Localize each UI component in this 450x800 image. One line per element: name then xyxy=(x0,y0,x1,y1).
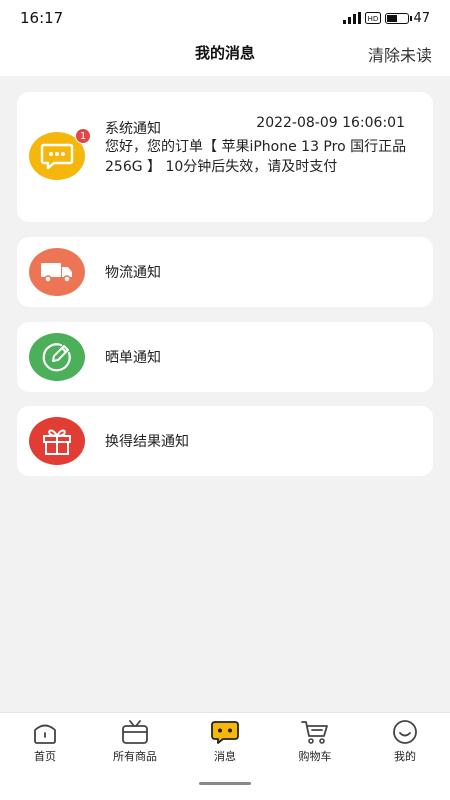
logistics-icon-wrap xyxy=(29,248,85,296)
chat-bubble-icon xyxy=(40,143,74,170)
exchange-icon-wrap xyxy=(29,417,85,465)
unread-badge: 1 xyxy=(75,128,91,144)
gift-icon xyxy=(43,429,71,455)
clear-unread-button[interactable]: 清除未读 xyxy=(368,42,432,66)
tab-cart-label: 购物车 xyxy=(298,750,332,763)
system-notification-content: 您好，您的订单【 苹果iPhone 13 Pro 国行正品 256G 】 10分… xyxy=(105,139,407,175)
system-notification-title: 系统通知 xyxy=(105,121,161,137)
status-time: 16:17 xyxy=(20,9,64,27)
battery-level: 47 xyxy=(413,10,430,26)
tab-mine[interactable]: 我的 xyxy=(360,719,450,764)
tv-basket-icon xyxy=(122,720,148,744)
exchange-result-notification-card[interactable]: 换得结果通知 xyxy=(17,406,433,476)
system-notification-card[interactable]: 1 系统通知 2022-08-09 16:06:01 您好，您的订单【 苹果iP… xyxy=(17,92,433,222)
home-icon xyxy=(34,724,56,744)
tab-cart[interactable]: 购物车 xyxy=(270,719,360,764)
status-bar: 16:17 HD 47 xyxy=(0,0,450,36)
status-icons: HD 47 xyxy=(343,11,430,26)
show-order-icon-wrap xyxy=(29,333,85,381)
tab-all-products[interactable]: 所有商品 xyxy=(90,719,180,764)
tab-messages-label: 消息 xyxy=(214,750,236,763)
truck-icon xyxy=(41,263,72,283)
tab-mine-label: 我的 xyxy=(394,750,416,763)
tab-messages[interactable]: 消息 xyxy=(180,719,270,764)
message-icon xyxy=(211,721,239,744)
tab-home-label: 首页 xyxy=(34,750,56,763)
svg-text:HD: HD xyxy=(368,15,379,23)
home-indicator xyxy=(199,782,251,785)
signal-icon xyxy=(343,12,362,24)
smile-icon xyxy=(393,720,417,744)
pencil-circle-icon xyxy=(42,343,71,372)
system-notification-time: 2022-08-09 16:06:01 xyxy=(256,115,405,131)
bottom-tab-bar: 首页 所有商品 消息 购物车 我的 xyxy=(0,712,450,800)
logistics-notification-label: 物流通知 xyxy=(105,265,161,281)
cart-icon xyxy=(301,721,328,744)
show-order-notification-label: 晒单通知 xyxy=(105,350,161,366)
tab-all-products-label: 所有商品 xyxy=(113,750,157,763)
exchange-result-notification-label: 换得结果通知 xyxy=(105,434,189,450)
page-header: 我的消息 清除未读 xyxy=(0,36,450,76)
show-order-notification-card[interactable]: 晒单通知 xyxy=(17,322,433,392)
battery-icon xyxy=(385,12,413,24)
logistics-notification-card[interactable]: 物流通知 xyxy=(17,237,433,307)
tab-home[interactable]: 首页 xyxy=(0,719,90,764)
hd-icon: HD xyxy=(365,12,382,24)
